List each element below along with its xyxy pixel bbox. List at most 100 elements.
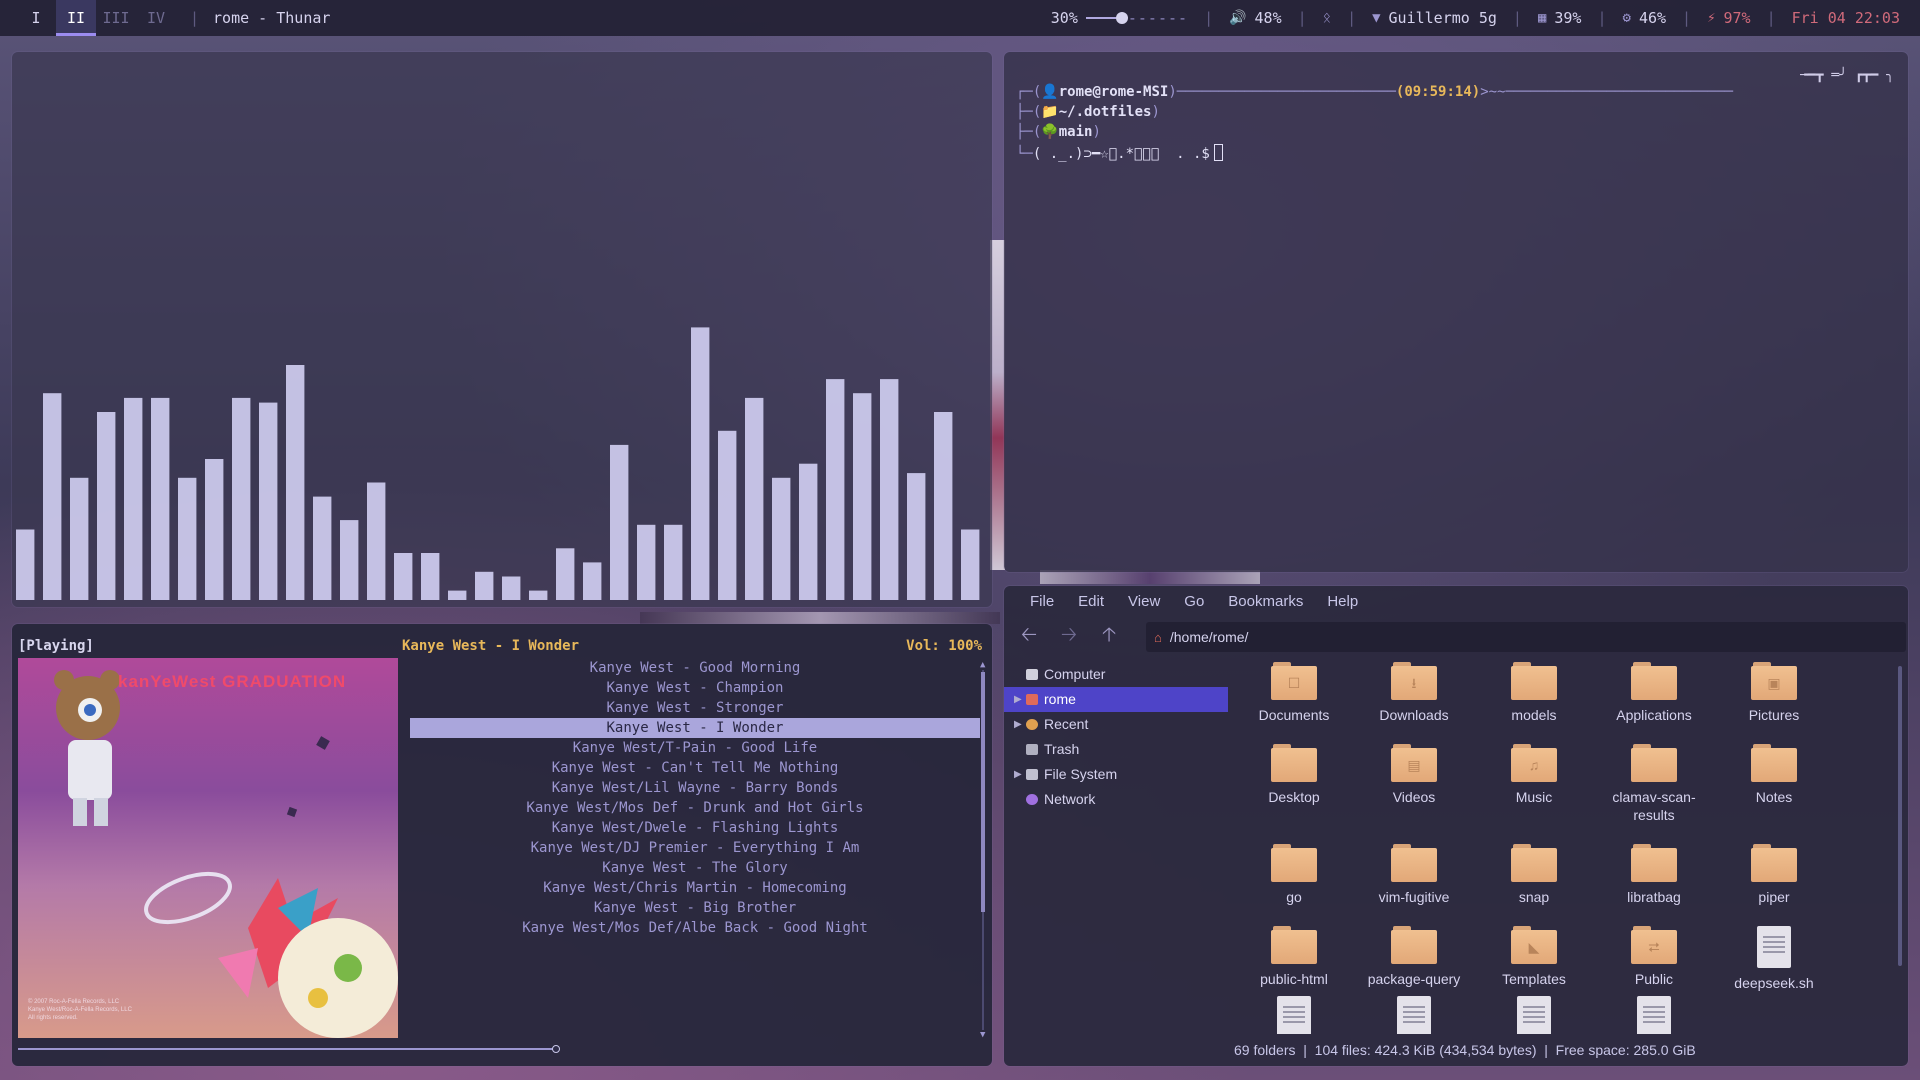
icon-view-scrollbar[interactable] — [1898, 666, 1902, 966]
seek-knob[interactable] — [552, 1045, 560, 1053]
prompt-directory: ~/.dotfiles — [1058, 104, 1152, 120]
folder-item[interactable]: ▤ Videos — [1354, 744, 1474, 806]
file-item[interactable] — [1234, 996, 1354, 1034]
playlist[interactable]: Kanye West - Good Morning Kanye West - Ch… — [410, 658, 980, 938]
sidebar-item-network[interactable]: Network — [1004, 787, 1228, 812]
forward-arrow-icon[interactable]: 🡢 — [1058, 620, 1080, 654]
folder-item[interactable]: libratbag — [1594, 844, 1714, 906]
playlist-track[interactable]: Kanye West - Good Morning — [410, 658, 980, 678]
menu-help[interactable]: Help — [1315, 593, 1370, 610]
file-item[interactable] — [1594, 996, 1714, 1034]
wallpaper-accent — [640, 612, 1000, 624]
playlist-track[interactable]: Kanye West/Mos Def/Albe Back - Good Nigh… — [410, 918, 980, 938]
workspace-2[interactable]: II — [56, 0, 96, 36]
up-arrow-icon[interactable]: 🡡 — [1098, 620, 1120, 654]
terminal-window[interactable]: ┌─(👤rome@rome-MSI)──────────────────────… — [1004, 52, 1908, 572]
file-item[interactable] — [1474, 996, 1594, 1034]
brightness-widget[interactable]: 30% ------ — [1051, 9, 1188, 27]
scroll-up-icon[interactable]: ▲ — [980, 660, 985, 670]
folder-item[interactable]: Applications — [1594, 662, 1714, 724]
scroll-thumb[interactable] — [981, 672, 985, 912]
folder-item[interactable]: ⭳ Downloads — [1354, 662, 1474, 724]
playlist-track[interactable]: Kanye West - The Glory — [410, 858, 980, 878]
volume-widget[interactable]: 🔊 48% — [1229, 9, 1282, 27]
playlist-track[interactable]: Kanye West/Dwele - Flashing Lights — [410, 818, 980, 838]
sidebar-item-trash[interactable]: Trash — [1004, 737, 1228, 762]
expander-icon[interactable]: ▶ — [1014, 762, 1022, 787]
text-cursor — [1213, 144, 1223, 161]
file-name: package-query — [1367, 971, 1461, 987]
file-icon-view[interactable]: ☐ Documents ⭳ Downloads models Applications ▣ P… — [1234, 662, 1894, 1034]
brightness-slider[interactable]: ------ — [1085, 9, 1188, 27]
folder-item[interactable]: ⮂ Public — [1594, 926, 1714, 988]
menu-go[interactable]: Go — [1172, 593, 1216, 610]
sidebar-item-file-system[interactable]: ▶ File System — [1004, 762, 1228, 787]
expander-icon[interactable]: ▶ — [1014, 712, 1022, 737]
sidebar-item-recent[interactable]: ▶ Recent — [1004, 712, 1228, 737]
prompt-user-host: rome@rome-MSI — [1058, 84, 1169, 100]
folder-item[interactable]: ◣ Templates — [1474, 926, 1594, 988]
menu-view[interactable]: View — [1116, 593, 1172, 610]
bluetooth-widget[interactable]: ᛟ — [1323, 10, 1331, 26]
separator: | — [1512, 9, 1522, 27]
slider-knob[interactable] — [1115, 12, 1128, 24]
playlist-track[interactable]: Kanye West - Can't Tell Me Nothing — [410, 758, 980, 778]
playlist-track[interactable]: Kanye West/Chris Martin - Homecoming — [410, 878, 980, 898]
separator: | — [1766, 9, 1776, 27]
expander-icon[interactable]: ▶ — [1014, 687, 1022, 712]
visualizer-bar — [43, 393, 62, 600]
playlist-track[interactable]: Kanye West - Stronger — [410, 698, 980, 718]
file-manager-window[interactable]: File Edit View Go Bookmarks Help 🡠 🡢 🡡 ⌂ /hom… — [1004, 586, 1908, 1066]
sidebar-item-computer[interactable]: Computer — [1004, 662, 1228, 687]
folder-item[interactable]: package-query — [1354, 926, 1474, 988]
visualizer-bar — [124, 397, 143, 600]
playlist-track[interactable]: Kanye West/T-Pain - Good Life — [410, 738, 980, 758]
folder-item[interactable]: snap — [1474, 844, 1594, 906]
folder-item[interactable]: ♫ Music — [1474, 744, 1594, 806]
branch-icon: 🌳 — [1041, 124, 1059, 140]
back-arrow-icon[interactable]: 🡠 — [1018, 620, 1040, 654]
visualizer-bar — [205, 459, 224, 600]
clock[interactable]: Fri 04 22:03 — [1792, 9, 1900, 27]
menu-edit[interactable]: Edit — [1066, 593, 1116, 610]
brightness-value: 30% — [1050, 9, 1078, 27]
playlist-track[interactable]: Kanye West - I Wonder — [410, 718, 980, 738]
folder-item[interactable]: go — [1234, 844, 1354, 906]
folder-item[interactable]: public-html — [1234, 926, 1354, 988]
file-item[interactable] — [1354, 996, 1474, 1034]
slider-fill — [1085, 17, 1116, 19]
playlist-track[interactable]: Kanye West/Lil Wayne - Barry Bonds — [410, 778, 980, 798]
playlist-track[interactable]: Kanye West/DJ Premier - Everything I Am — [410, 838, 980, 858]
folder-icon — [1511, 844, 1557, 882]
playlist-scrollbar[interactable]: ▲ ▼ — [980, 660, 986, 1040]
playback-status: [Playing] — [18, 638, 94, 654]
folder-item[interactable]: vim-fugitive — [1354, 844, 1474, 906]
prompt-line-4[interactable]: └─( ._.)⊃━☆ﾟ.*･｡ﾟ . .$ — [1016, 144, 1223, 162]
seek-bar[interactable] — [18, 1045, 978, 1053]
scroll-down-icon[interactable]: ▼ — [980, 1030, 985, 1040]
folder-item[interactable]: ☐ Documents — [1234, 662, 1354, 724]
menu-bookmarks[interactable]: Bookmarks — [1216, 593, 1315, 610]
folder-item[interactable]: models — [1474, 662, 1594, 724]
trash-icon — [1026, 744, 1038, 755]
folder-item[interactable]: ▣ Pictures — [1714, 662, 1834, 724]
folder-item[interactable]: clamav-scan-results — [1594, 744, 1714, 824]
battery-icon: ⚡ — [1707, 10, 1716, 26]
folder-item[interactable]: piper — [1714, 844, 1834, 906]
folder-item[interactable]: Desktop — [1234, 744, 1354, 806]
playlist-track[interactable]: Kanye West - Big Brother — [410, 898, 980, 918]
network-widget[interactable]: ▼ Guillermo 5g — [1372, 9, 1497, 27]
sidebar-item-rome[interactable]: ▶ rome — [1004, 687, 1228, 712]
playlist-track[interactable]: Kanye West - Champion — [410, 678, 980, 698]
playlist-track[interactable]: Kanye West/Mos Def - Drunk and Hot Girls — [410, 798, 980, 818]
folder-item[interactable]: Notes — [1714, 744, 1834, 806]
workspace-1[interactable]: I — [16, 0, 56, 36]
music-player[interactable]: [Playing] Kanye West - I Wonder Vol: 100… — [12, 624, 992, 1066]
workspace-3[interactable]: III — [96, 0, 136, 36]
file-item[interactable]: deepseek.sh — [1714, 926, 1834, 992]
now-playing: Kanye West - I Wonder — [402, 638, 580, 654]
menu-file[interactable]: File — [1018, 593, 1066, 610]
location-bar[interactable]: ⌂ /home/rome/ — [1146, 622, 1906, 652]
workspace-4[interactable]: IV — [136, 0, 176, 36]
visualizer-bar — [16, 529, 35, 600]
